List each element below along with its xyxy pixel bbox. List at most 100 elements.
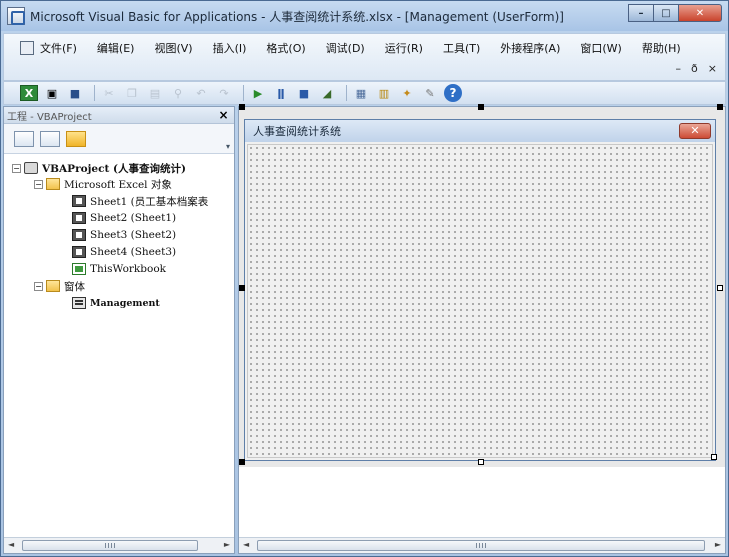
scroll-thumb[interactable] [257,540,705,551]
insert-userform-icon[interactable]: ▣ [43,85,61,101]
designer-horizontal-scrollbar[interactable]: ◄ ► [239,537,725,553]
reset-icon[interactable]: ■ [295,85,313,101]
maximize-button[interactable]: □ [653,4,679,22]
project-pane-close-button[interactable]: × [216,108,231,122]
userform-icon [72,297,86,309]
paste-icon[interactable]: ▤ [146,85,164,101]
userform-management[interactable]: 人事查阅统计系统 ✕ [244,119,716,461]
break-icon[interactable]: ǁ [272,85,290,101]
form-window-icon[interactable] [20,41,34,55]
folder-icon [46,178,60,190]
menu-bar: 文件(F) 编辑(E) 视图(V) 插入(I) 格式(O) 调试(D) 运行(R… [3,33,726,81]
tree-node-root[interactable]: − VBAProject (人事查询统计) [12,160,186,176]
tree-node-thisworkbook[interactable]: ThisWorkbook [72,261,166,277]
minimize-button[interactable]: – [628,4,654,22]
save-icon[interactable]: ■ [66,85,84,101]
resize-handle[interactable] [239,459,245,465]
tree-node-management-form[interactable]: Management [72,295,160,311]
tree-node-sheet2[interactable]: Sheet2 (Sheet1) [72,210,176,226]
menu-debug[interactable]: 调试(D) [326,40,365,56]
tree-node-label: Sheet4 (Sheet3) [90,246,177,258]
window-title: Microsoft Visual Basic for Applications … [30,9,564,24]
tree-node-label: VBAProject (人事查询统计) [42,162,186,175]
resize-handle[interactable] [717,285,723,291]
resize-handle[interactable] [717,104,723,110]
mdi-close-button[interactable]: × [708,62,717,75]
project-explorer-icon[interactable]: ▦ [352,85,370,101]
folder-icon [46,280,60,292]
menu-addins[interactable]: 外接程序(A) [500,40,560,56]
resize-handle[interactable] [239,285,245,291]
mdi-controls: – ð × [676,62,717,75]
cut-icon[interactable]: ✂ [100,85,118,101]
vba-editor-window: Microsoft Visual Basic for Applications … [0,0,729,557]
designer-workspace: 人事查阅统计系统 ✕ [239,104,725,467]
tree-node-sheet4[interactable]: Sheet4 (Sheet3) [72,244,176,260]
title-bar[interactable]: Microsoft Visual Basic for Applications … [1,1,728,31]
view-object-icon[interactable] [40,130,60,147]
tree-node-label: Sheet1 (员工基本档案表 [90,195,209,208]
collapse-icon[interactable]: − [34,179,43,189]
scroll-left-arrow[interactable]: ◄ [243,540,249,549]
tree-node-label: ThisWorkbook [90,263,167,275]
scroll-left-arrow[interactable]: ◄ [8,540,14,549]
toolbar-separator [346,85,347,101]
menu-help[interactable]: 帮助(H) [642,40,681,56]
copy-icon[interactable]: ❐ [123,85,141,101]
vba-project-icon [24,162,38,174]
resize-handle[interactable] [711,454,717,460]
mdi-minimize-button[interactable]: – [676,62,682,75]
menu-edit[interactable]: 编辑(E) [97,40,135,56]
tree-node-label: 窗体 [64,280,85,293]
toolbar-separator [94,85,95,101]
view-code-icon[interactable] [14,130,34,147]
menu-insert[interactable]: 插入(I) [213,40,247,56]
worksheet-icon [72,229,86,241]
scroll-thumb[interactable] [22,540,198,551]
resize-handle[interactable] [239,104,245,110]
mdi-restore-button[interactable]: ð [691,62,698,75]
worksheet-icon [72,195,86,207]
menu-format[interactable]: 格式(O) [266,40,305,56]
menu-tools[interactable]: 工具(T) [443,40,480,56]
window-controls: – □ ✕ [628,4,722,22]
object-browser-icon[interactable]: ✦ [398,85,416,101]
close-button[interactable]: ✕ [678,4,722,22]
resize-handle[interactable] [478,459,484,465]
tree-node-excel-objects[interactable]: − Microsoft Excel 对象 [34,176,172,192]
scroll-right-arrow[interactable]: ► [715,540,721,549]
tree-node-label: Microsoft Excel 对象 [64,178,172,191]
design-mode-icon[interactable]: ◢ [318,85,336,101]
redo-icon[interactable]: ↷ [215,85,233,101]
vba-app-icon[interactable] [7,7,25,25]
properties-icon[interactable]: ▥ [375,85,393,101]
run-icon[interactable]: ▶ [249,85,267,101]
find-icon[interactable]: ⚲ [169,85,187,101]
scroll-right-arrow[interactable]: ► [224,540,230,549]
excel-icon[interactable]: X [20,85,38,101]
toolbox-icon[interactable]: ✎ [421,85,439,101]
tree-node-sheet1[interactable]: Sheet1 (员工基本档案表 [72,193,208,209]
userform-caption: 人事查阅统计系统 [253,125,341,138]
tree-node-forms[interactable]: − 窗体 [34,278,85,294]
collapse-icon[interactable]: − [34,281,43,291]
userform-close-button[interactable]: ✕ [679,123,711,139]
menu-window[interactable]: 窗口(W) [580,40,621,56]
resize-handle[interactable] [478,104,484,110]
project-tree: − VBAProject (人事查询统计) − Microsoft Excel … [4,154,234,309]
help-icon[interactable]: ? [444,84,462,102]
tree-node-label: Sheet2 (Sheet1) [90,212,177,224]
userform-title-bar[interactable]: 人事查阅统计系统 ✕ [245,120,715,142]
project-horizontal-scrollbar[interactable]: ◄ ► [4,537,234,553]
toggle-folders-icon[interactable] [66,130,86,147]
menu-file[interactable]: 文件(F) [40,40,77,56]
tree-node-sheet3[interactable]: Sheet3 (Sheet2) [72,227,176,243]
menu-view[interactable]: 视图(V) [154,40,192,56]
userform-grid-canvas[interactable] [247,144,713,458]
project-explorer: 工程 - VBAProject × ▾ − VBAProject (人事查询统计… [3,106,235,554]
undo-icon[interactable]: ↶ [192,85,210,101]
project-pane-toolbar: ▾ [4,124,234,154]
collapse-icon[interactable]: − [12,163,21,173]
worksheet-icon [72,246,86,258]
menu-run[interactable]: 运行(R) [385,40,423,56]
